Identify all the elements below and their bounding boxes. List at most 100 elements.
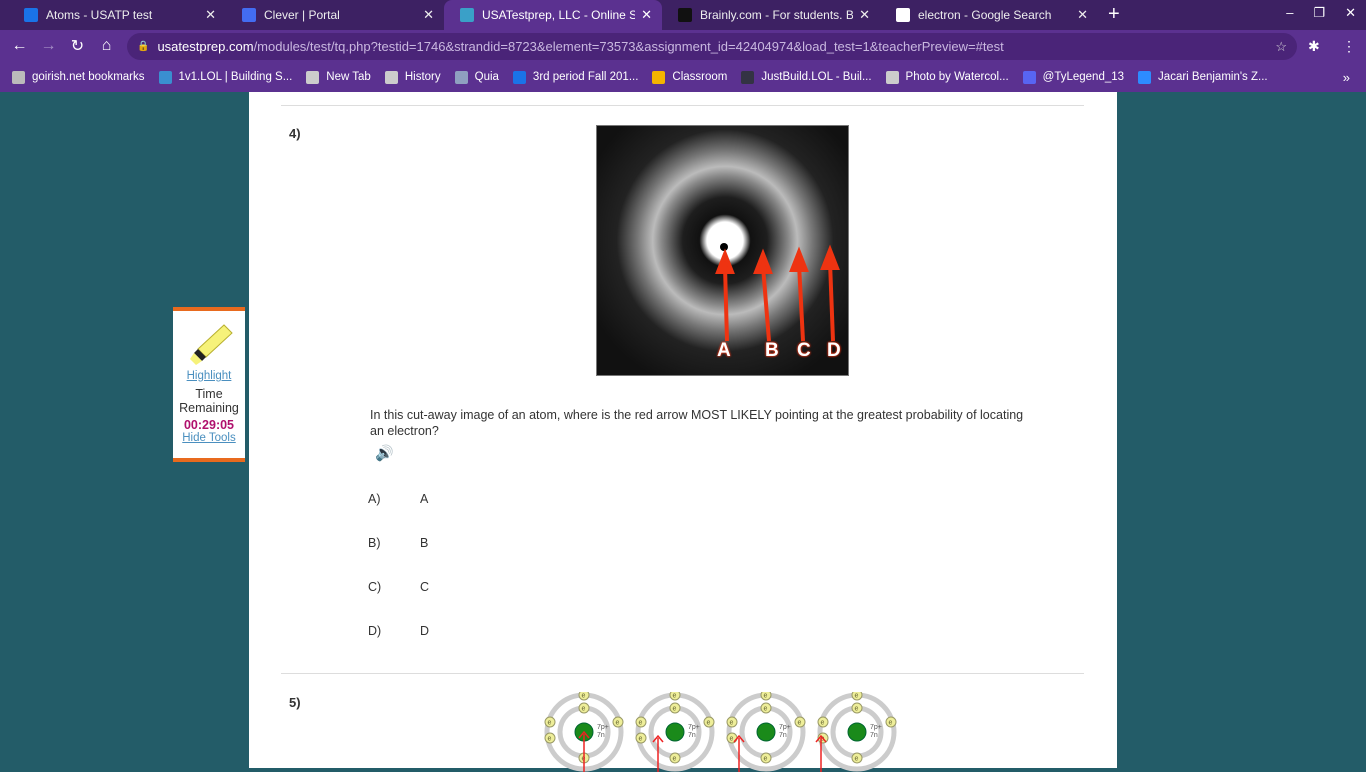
svg-text:e: e	[855, 756, 859, 763]
svg-text:e: e	[764, 756, 768, 763]
back-icon[interactable]: ←	[5, 37, 34, 55]
bookmark-star-icon[interactable]: ☆	[1275, 39, 1287, 55]
nucleus-label: 7p+	[870, 724, 882, 731]
close-tab-icon[interactable]: ✕	[423, 7, 434, 23]
svg-text:e: e	[548, 720, 552, 727]
svg-text:e: e	[730, 736, 734, 743]
bookmark-item[interactable]: JustBuild.LOL - Buil...	[741, 70, 872, 84]
tab-google[interactable]: electron - Google Search ✕	[880, 0, 1098, 30]
close-tab-icon[interactable]: ✕	[641, 7, 652, 23]
image-label: B	[765, 340, 779, 361]
svg-text:e: e	[730, 720, 734, 727]
tab-brainly[interactable]: Brainly.com - For students. By st✕	[662, 0, 880, 30]
svg-text:e: e	[673, 693, 677, 700]
bookmark-item[interactable]: 3rd period Fall 201...	[512, 70, 638, 84]
bookmark-favicon-icon	[741, 70, 755, 84]
highlight-link[interactable]: Highlight	[173, 370, 245, 382]
bookmark-favicon-icon	[512, 70, 526, 84]
google-icon	[896, 8, 910, 22]
lock-icon: 🔒	[137, 41, 150, 52]
bookmark-item[interactable]: Jacari Benjamin's Z...	[1138, 70, 1268, 84]
image-label: C	[797, 340, 811, 361]
svg-text:e: e	[855, 693, 859, 700]
svg-text:e: e	[582, 706, 586, 713]
clever-icon	[242, 8, 256, 22]
svg-text:e: e	[821, 720, 825, 727]
new-tab-button[interactable]: +	[1108, 0, 1120, 30]
extensions-icon[interactable]: ✱	[1308, 38, 1320, 55]
bookmark-item[interactable]: Classroom	[652, 70, 727, 84]
text-to-speech-icon[interactable]: 🔊	[375, 444, 394, 462]
svg-text:e: e	[582, 693, 586, 700]
bookmark-item[interactable]: @TyLegend_13	[1022, 70, 1124, 84]
bohr-model: 7p+7neeeeee	[635, 692, 715, 772]
svg-text:e: e	[707, 720, 711, 727]
time-label: Remaining	[179, 401, 239, 415]
svg-text:e: e	[673, 706, 677, 713]
time-label: Time	[195, 387, 223, 401]
bohr-model: 7p+7neeeeee	[817, 692, 897, 772]
close-window-button[interactable]: ✕	[1345, 5, 1356, 21]
question-number: 5)	[289, 695, 301, 710]
image-label: A	[717, 340, 731, 361]
test-page: 4) A BCD In this cut-away image of an ato…	[249, 92, 1117, 772]
usatestprep-icon	[460, 8, 474, 22]
svg-text:e: e	[639, 736, 643, 743]
answer-choice[interactable]: D) D	[368, 624, 429, 638]
bookmark-favicon-icon	[306, 70, 320, 84]
close-tab-icon[interactable]: ✕	[859, 7, 870, 23]
nucleus-label: 7n	[870, 732, 878, 739]
bookmark-item[interactable]: 1v1.LOL | Building S...	[158, 70, 292, 84]
minimize-button[interactable]: –	[1286, 5, 1293, 21]
bookmark-item[interactable]: Photo by Watercol...	[885, 70, 1009, 84]
nucleus-label: 7p+	[597, 724, 609, 731]
brainly-icon	[678, 8, 692, 22]
bookmark-favicon-icon	[1022, 70, 1036, 84]
tab-clever[interactable]: Clever | Portal ✕	[226, 0, 444, 30]
address-bar[interactable]: 🔒 usatestprep.com/modules/test/tq.php?te…	[127, 33, 1297, 60]
nucleus-label: 7p+	[688, 724, 700, 731]
browser-toolbar: ← → ↻ ⌂ 🔒 usatestprep.com/modules/test/t…	[0, 30, 1366, 62]
time-remaining: 00:29:05	[183, 418, 235, 432]
divider	[281, 105, 1084, 106]
more-bookmarks-icon[interactable]: »	[1343, 70, 1350, 85]
svg-text:e: e	[798, 720, 802, 727]
menu-icon[interactable]: ⋮	[1342, 38, 1356, 55]
tab-strip: Atoms - USATP test ✕ Clever | Portal ✕ USATe…	[0, 0, 1366, 30]
nucleus-label: 7n	[688, 732, 696, 739]
bookmark-item[interactable]: History	[384, 70, 441, 84]
answer-choice[interactable]: B) B	[368, 536, 428, 550]
highlighter-icon[interactable]	[184, 319, 234, 367]
close-tab-icon[interactable]: ✕	[1077, 7, 1088, 23]
tab-usatestprep[interactable]: USATestprep, LLC - Online State-✕	[444, 0, 662, 30]
close-tab-icon[interactable]: ✕	[205, 7, 216, 23]
home-icon[interactable]: ⌂	[92, 37, 121, 55]
atom-cutaway-image: A BCD	[596, 125, 849, 376]
bookmark-favicon-icon	[12, 70, 25, 84]
nucleus-label: 7p+	[779, 724, 791, 731]
bookmark-favicon-icon	[1138, 70, 1152, 84]
question-text: In this cut-away image of an atom, where…	[370, 408, 1024, 438]
svg-text:e: e	[764, 706, 768, 713]
image-label: D	[827, 340, 841, 361]
question-number: 4)	[289, 126, 301, 141]
divider	[281, 673, 1084, 674]
tab-classroom[interactable]: Atoms - USATP test ✕	[8, 0, 226, 30]
reload-icon[interactable]: ↻	[63, 36, 92, 56]
nucleus-label: 7n	[779, 732, 787, 739]
hide-tools-link[interactable]: Hide Tools	[173, 432, 245, 444]
bookmark-favicon-icon	[384, 70, 398, 84]
answer-choice[interactable]: A) A	[368, 492, 428, 506]
svg-text:e: e	[639, 720, 643, 727]
restore-button[interactable]: ❐	[1313, 5, 1325, 21]
svg-text:e: e	[673, 756, 677, 763]
bookmark-item[interactable]: Quia	[454, 70, 499, 84]
forward-icon[interactable]: →	[34, 37, 63, 55]
bookmark-item[interactable]: goirish.net bookmarks	[12, 70, 145, 84]
tools-panel: Highlight Time Remaining 00:29:05 Hide T…	[173, 307, 245, 462]
answer-choice[interactable]: C) C	[368, 580, 429, 594]
nucleus-label: 7n	[597, 732, 605, 739]
svg-text:e: e	[548, 736, 552, 743]
bookmark-item[interactable]: New Tab	[306, 70, 371, 84]
classroom-icon	[24, 8, 38, 22]
